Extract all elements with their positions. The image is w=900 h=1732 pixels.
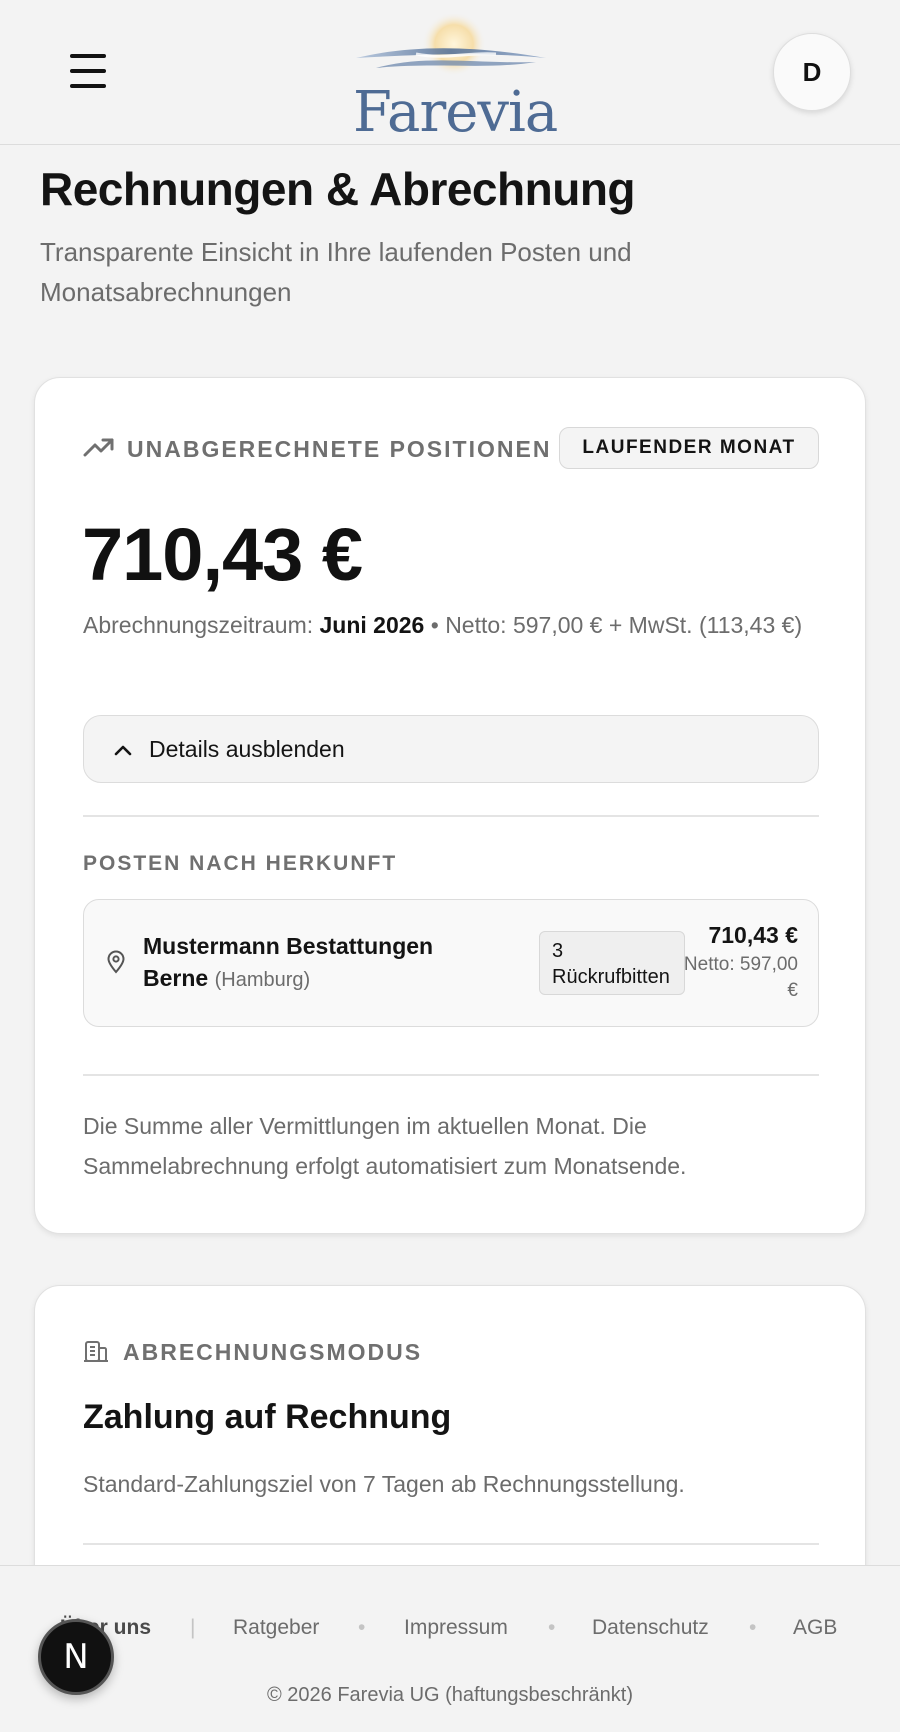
- page-subtitle: Transparente Einsicht in Ihre laufenden …: [40, 237, 632, 307]
- origin-net-amount: Netto: 597,00 €: [683, 954, 798, 1001]
- footer-link-impressum[interactable]: Impressum: [404, 1616, 508, 1640]
- divider: [83, 1074, 819, 1076]
- current-month-badge: LAUFENDER MONAT: [559, 427, 819, 469]
- location-pin-icon: [107, 950, 125, 974]
- origin-amount: 710,43 €: [708, 922, 798, 948]
- footer-separator: |: [190, 1616, 196, 1639]
- page-title: Rechnungen & Abrechnung: [40, 163, 636, 215]
- divider: [83, 815, 819, 817]
- user-avatar[interactable]: D: [773, 33, 851, 111]
- footer-link-ratgeber[interactable]: Ratgeber: [233, 1616, 319, 1640]
- unbilled-positions-card: UNABGERECHNETE POSITIONEN LAUFENDER MONA…: [34, 377, 866, 1234]
- toggle-details-button[interactable]: Details ausblenden: [83, 715, 819, 783]
- dev-tools-badge[interactable]: N: [38, 1619, 114, 1695]
- copyright-text: © 2026 Farevia UG (haftungsbeschränkt): [266, 1684, 634, 1706]
- origin-label: POSTEN NACH HERKUNFT: [83, 852, 398, 875]
- period-value: Juni 2026: [319, 612, 425, 638]
- brand-logo[interactable]: Farevia: [346, 14, 558, 144]
- origin-city: (Hamburg): [214, 969, 311, 991]
- unbilled-label: UNABGERECHNETE POSITIONEN: [127, 436, 552, 462]
- brand-name: Farevia: [353, 80, 558, 145]
- period-suffix: • Netto: 597,00 € + MwSt. (113,43 €): [424, 612, 803, 638]
- app-header: Farevia D: [0, 0, 900, 145]
- unbilled-amount: 710,43 €: [82, 513, 363, 596]
- billing-period: Abrechnungszeitraum: Juni 2026 • Netto: …: [83, 605, 823, 645]
- divider: [83, 1543, 819, 1545]
- billing-mode-label: ABRECHNUNGSMODUS: [123, 1339, 423, 1365]
- site-footer: Über uns | Ratgeber • Impressum • Datens…: [0, 1565, 900, 1732]
- footer-link-datenschutz[interactable]: Datenschutz: [592, 1616, 709, 1640]
- origin-item[interactable]: Mustermann Bestattungen Berne (Hamburg) …: [83, 899, 819, 1027]
- toggle-details-label: Details ausblenden: [149, 736, 345, 762]
- footer-nav: Über uns | Ratgeber • Impressum • Datens…: [0, 1616, 900, 1646]
- origin-name: Mustermann Bestattungen Berne (Hamburg): [143, 930, 463, 996]
- period-prefix: Abrechnungszeitraum:: [83, 612, 320, 638]
- callback-count-badge: 3 Rückrufbitten: [539, 931, 685, 995]
- trending-up-icon: [83, 438, 114, 457]
- chevron-up-icon: [114, 745, 132, 756]
- building-icon: [84, 1341, 108, 1362]
- menu-icon[interactable]: [70, 54, 106, 88]
- footer-link-agb[interactable]: AGB: [793, 1616, 837, 1640]
- footer-separator: •: [749, 1616, 757, 1639]
- footer-separator: •: [548, 1616, 556, 1639]
- billing-mode-title: Zahlung auf Rechnung: [83, 1398, 452, 1436]
- billing-mode-description: Standard-Zahlungsziel von 7 Tagen ab Rec…: [83, 1471, 685, 1497]
- footer-separator: •: [358, 1616, 366, 1639]
- unbilled-note: Die Summe aller Vermittlungen im aktuell…: [83, 1113, 687, 1179]
